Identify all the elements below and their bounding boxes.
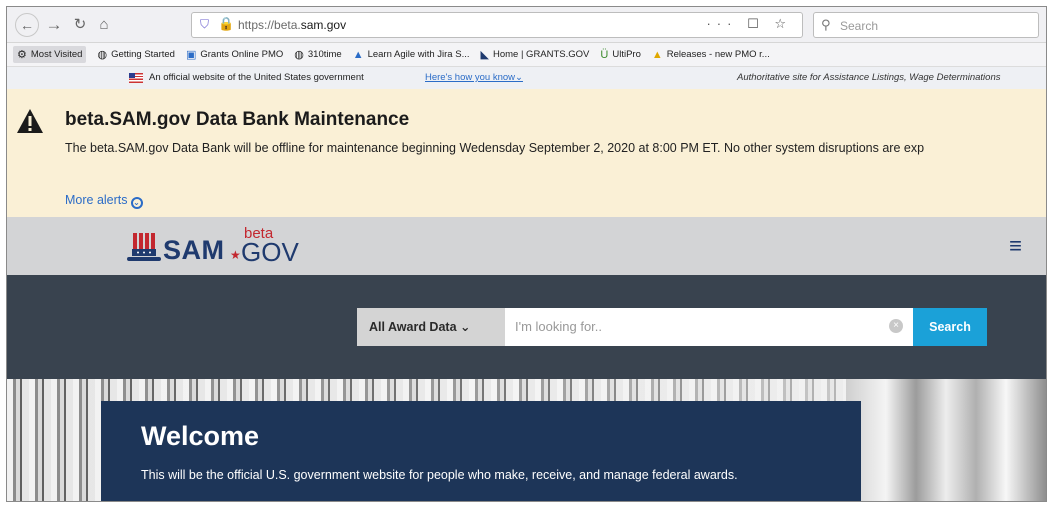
browser-window: ← → ↻ ⌂ ⛉ 🔒 https://beta.sam.gov ··· ☐ ☆… (6, 6, 1047, 502)
search-button[interactable]: Search (913, 308, 987, 346)
url-bar[interactable]: ⛉ 🔒 https://beta.sam.gov ··· ☐ ☆ (191, 12, 803, 38)
search-icon: ⚲ (821, 17, 831, 32)
warning-icon (17, 109, 43, 133)
forward-arrow-icon[interactable]: → (45, 14, 63, 36)
chevron-down-circle-icon: ⌄ (130, 197, 143, 209)
columns-image (846, 379, 1046, 501)
chevron-down-icon: ⌄ (460, 320, 471, 334)
drive-icon: ▲ (651, 48, 663, 61)
browser-search-placeholder: Search (840, 19, 879, 33)
tracking-shield-icon[interactable]: ⛉ (200, 17, 209, 32)
gov-banner-authoritative-text: Authoritative site for Assistance Listin… (737, 72, 1001, 83)
grants-gov-icon: ◣ (480, 49, 489, 61)
bookmark-learn-agile[interactable]: ▲ Learn Agile with Jira S... (353, 49, 470, 61)
bookmark-releases[interactable]: ▲ Releases - new PMO r... (652, 49, 770, 61)
bookmark-310time[interactable]: ◍ 310time (294, 48, 341, 61)
maintenance-alert: beta.SAM.gov Data Bank Maintenance The b… (7, 89, 1046, 217)
browser-toolbar: ← → ↻ ⌂ ⛉ 🔒 https://beta.sam.gov ··· ☐ ☆… (7, 7, 1046, 43)
gov-banner: An official website of the United States… (7, 67, 1046, 89)
site-header: SAM ★ GOV beta ≡ (7, 217, 1046, 275)
logo-sam-text: SAM (163, 235, 225, 265)
logo-star-icon: ★ (230, 248, 241, 262)
url-text[interactable]: https://beta.sam.gov (238, 18, 346, 32)
main-search-placeholder: I'm looking for.. (515, 319, 603, 334)
home-icon[interactable]: ⌂ (95, 14, 113, 36)
alert-body: The beta.SAM.gov Data Bank will be offli… (65, 141, 925, 155)
welcome-card: Welcome This will be the official U.S. g… (101, 401, 861, 501)
logo-beta-text: beta (244, 225, 274, 242)
lock-icon[interactable]: 🔒 (218, 16, 234, 32)
reload-icon[interactable]: ↻ (71, 14, 89, 36)
bookmark-grants-gov[interactable]: ◣ Home | GRANTS.GOV (481, 48, 590, 61)
globe-icon: ◍ (97, 49, 108, 61)
bookmark-getting-started[interactable]: ◍ Getting Started (97, 48, 175, 61)
hero-section: Welcome This will be the official U.S. g… (7, 379, 1046, 501)
back-arrow-icon[interactable]: ← (15, 13, 39, 37)
welcome-title: Welcome (141, 421, 260, 451)
globe-icon: ◍ (294, 49, 304, 61)
bookmarks-bar: ⚙ Most Visited ◍ Getting Started ▣ Grants O… (7, 43, 1046, 67)
award-data-dropdown[interactable]: All Award Data ⌄ (357, 308, 505, 346)
hamburger-menu-icon[interactable]: ≡ (1009, 233, 1022, 259)
ultipro-icon: Ü (600, 48, 609, 61)
clear-search-icon[interactable]: × (889, 319, 903, 333)
site-icon: ▣ (185, 49, 197, 61)
main-search-input[interactable]: I'm looking for.. × (505, 308, 913, 346)
welcome-text: This will be the official U.S. governmen… (141, 468, 738, 482)
us-flag-icon (129, 73, 143, 83)
jira-icon: ▲ (352, 48, 364, 61)
more-alerts-link[interactable]: More alerts ⌄ (65, 193, 143, 209)
alert-title: beta.SAM.gov Data Bank Maintenance (65, 109, 410, 130)
page-actions-icons[interactable]: ··· ☐ ☆ (706, 16, 792, 32)
gear-icon: ⚙ (17, 49, 27, 61)
heres-how-you-know-link[interactable]: Here's how you know⌄ (425, 72, 523, 83)
uncle-sam-hat-icon (127, 233, 161, 261)
bookmark-grants-online-pmo[interactable]: ▣ Grants Online PMO (186, 48, 283, 61)
gov-banner-text: An official website of the United States… (149, 72, 364, 83)
search-band: All Award Data ⌄ I'm looking for.. × Sea… (7, 275, 1046, 379)
bookmark-ultipro[interactable]: Ü UltiPro (600, 49, 640, 61)
browser-search-input[interactable]: ⚲ Search (813, 12, 1039, 38)
bookmark-most-visited[interactable]: ⚙ Most Visited (13, 46, 87, 63)
